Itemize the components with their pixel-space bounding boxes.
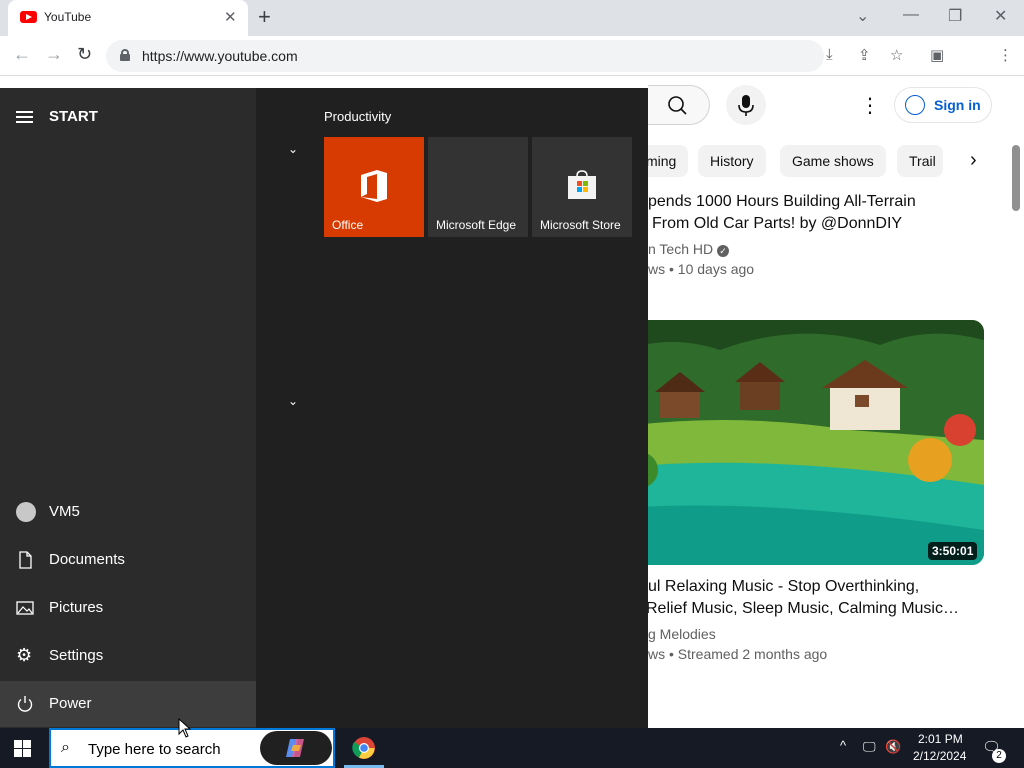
chip-trailers[interactable]: Trail (897, 145, 943, 177)
video2-title-line1[interactable]: ul Relaxing Music - Stop Overthinking, (648, 576, 919, 598)
tile-microsoft-store[interactable]: Microsoft Store (532, 137, 632, 237)
search-icon: ⌕ (61, 739, 70, 756)
restore-button[interactable]: ❐ (948, 6, 962, 26)
sign-in-label: Sign in (934, 97, 981, 113)
tab-search-icon[interactable]: ⌄ (856, 6, 869, 26)
start-item-label: Pictures (49, 599, 104, 616)
copilot-button[interactable] (260, 731, 332, 765)
close-tab-button[interactable]: ✕ (224, 8, 237, 26)
sign-in-button[interactable]: Sign in (894, 87, 992, 123)
power-icon (16, 695, 34, 713)
tab-title: YouTube (44, 10, 92, 24)
browser-toolbar: ← → ↻ https://www.youtube.com ⤓ ⇪ ☆ ▣ ⋮ (0, 36, 1024, 102)
back-icon[interactable]: ← (13, 44, 31, 65)
village-lake-image (600, 320, 984, 565)
video1-title-line1[interactable]: pends 1000 Hours Building All-Terrain (648, 191, 916, 213)
verified-icon: ✓ (717, 245, 729, 257)
minimize-button[interactable]: — (903, 6, 919, 24)
forward-icon[interactable]: → (45, 44, 63, 65)
microphone-icon (738, 95, 754, 116)
youtube-favicon-icon (20, 11, 37, 23)
gear-icon: ⚙ (16, 645, 33, 665)
tile-microsoft-edge[interactable]: Microsoft Edge (428, 137, 528, 237)
video1-title-line2[interactable]: From Old Car Parts! by @DonnDIY (652, 213, 902, 235)
tab-strip: YouTube ✕ + ⌄ — ❐ ✕ (0, 0, 1024, 36)
show-hidden-icons-chevron-icon[interactable]: ^ (840, 738, 846, 753)
start-item-label: Documents (49, 551, 125, 568)
tile-label: Microsoft Store (540, 218, 621, 232)
video1-meta: ws • 10 days ago (648, 261, 755, 277)
copilot-icon (286, 739, 304, 757)
start-menu: START VM5 Documents Pictures ⚙ Settings … (0, 88, 648, 728)
start-item-pictures[interactable]: Pictures (0, 585, 256, 631)
account-icon (905, 95, 925, 115)
store-bag-icon (568, 170, 596, 199)
install-icon[interactable]: ⤓ (826, 46, 833, 63)
volume-muted-icon[interactable]: 🔇 (885, 739, 901, 755)
search-placeholder: Type here to search (88, 741, 221, 758)
start-item-documents[interactable]: Documents (0, 537, 256, 583)
share-icon[interactable]: ⇪ (858, 46, 871, 64)
start-item-user[interactable]: VM5 (0, 489, 256, 535)
search-button[interactable] (648, 85, 710, 125)
url-text[interactable]: https://www.youtube.com (142, 48, 298, 64)
voice-search-button[interactable] (726, 85, 766, 125)
video2-title-line2[interactable]: Relief Music, Sleep Music, Calming Music… (646, 598, 959, 620)
tile-label: Office (332, 218, 364, 232)
video1-channel-name: n Tech HD (648, 241, 714, 257)
lock-icon[interactable] (120, 49, 130, 61)
document-icon (16, 551, 34, 569)
video2-duration-badge: 3:50:01 (928, 542, 978, 560)
chevron-down-icon[interactable]: ⌄ (288, 142, 298, 156)
start-item-label: VM5 (49, 503, 80, 520)
tile-group-title[interactable]: Productivity (324, 109, 391, 124)
tile-office[interactable]: Office (324, 137, 424, 237)
user-icon (16, 502, 36, 522)
mouse-cursor-icon (178, 718, 192, 738)
pictures-icon (16, 599, 34, 617)
chrome-icon (352, 737, 375, 759)
windows-start-button[interactable] (14, 740, 32, 758)
start-item-label: Power (49, 695, 92, 712)
clock-time[interactable]: 2:01 PM (918, 732, 963, 746)
video1-channel[interactable]: n Tech HD ✓ (648, 241, 729, 257)
chip-history[interactable]: History (698, 145, 766, 177)
tab-youtube[interactable]: YouTube ✕ (8, 0, 248, 36)
search-icon (668, 96, 687, 115)
network-icon[interactable]: 🖵 (863, 739, 876, 755)
page-scrollbar[interactable] (1012, 145, 1020, 211)
settings-menu-icon[interactable]: ⋮ (860, 93, 880, 118)
start-menu-sidebar: START VM5 Documents Pictures ⚙ Settings … (0, 88, 256, 728)
video2-meta: ws • Streamed 2 months ago (648, 646, 828, 662)
close-window-button[interactable]: ✕ (994, 6, 1007, 26)
bookmark-star-icon[interactable]: ☆ (890, 46, 903, 64)
clock-date[interactable]: 2/12/2024 (913, 749, 966, 763)
start-item-label: Settings (49, 647, 104, 664)
new-tab-button[interactable]: + (258, 4, 271, 30)
side-panel-icon[interactable]: ▣ (930, 46, 944, 64)
office-logo-icon (361, 170, 387, 202)
chrome-taskbar-button[interactable] (344, 728, 384, 768)
address-bar[interactable]: https://www.youtube.com (106, 40, 824, 72)
video2-channel[interactable]: g Melodies (648, 626, 716, 642)
chevron-right-icon[interactable]: › (970, 149, 977, 172)
chrome-menu-icon[interactable]: ⋮ (998, 46, 1013, 64)
start-item-power[interactable]: Power (0, 681, 256, 727)
start-menu-title: START (49, 108, 98, 125)
video2-thumbnail[interactable] (600, 320, 984, 565)
chevron-down-icon[interactable]: ⌄ (288, 394, 298, 408)
tile-label: Microsoft Edge (436, 218, 517, 232)
notification-count-badge: 2 (992, 749, 1006, 763)
hamburger-menu-icon[interactable] (16, 111, 33, 123)
reload-icon[interactable]: ↻ (77, 44, 92, 65)
start-item-settings[interactable]: ⚙ Settings (0, 633, 256, 679)
taskbar: ⌕ Type here to search ^ 🖵 🔇 2:01 PM 2/12… (0, 728, 1024, 768)
chip-game-shows[interactable]: Game shows (780, 145, 886, 177)
